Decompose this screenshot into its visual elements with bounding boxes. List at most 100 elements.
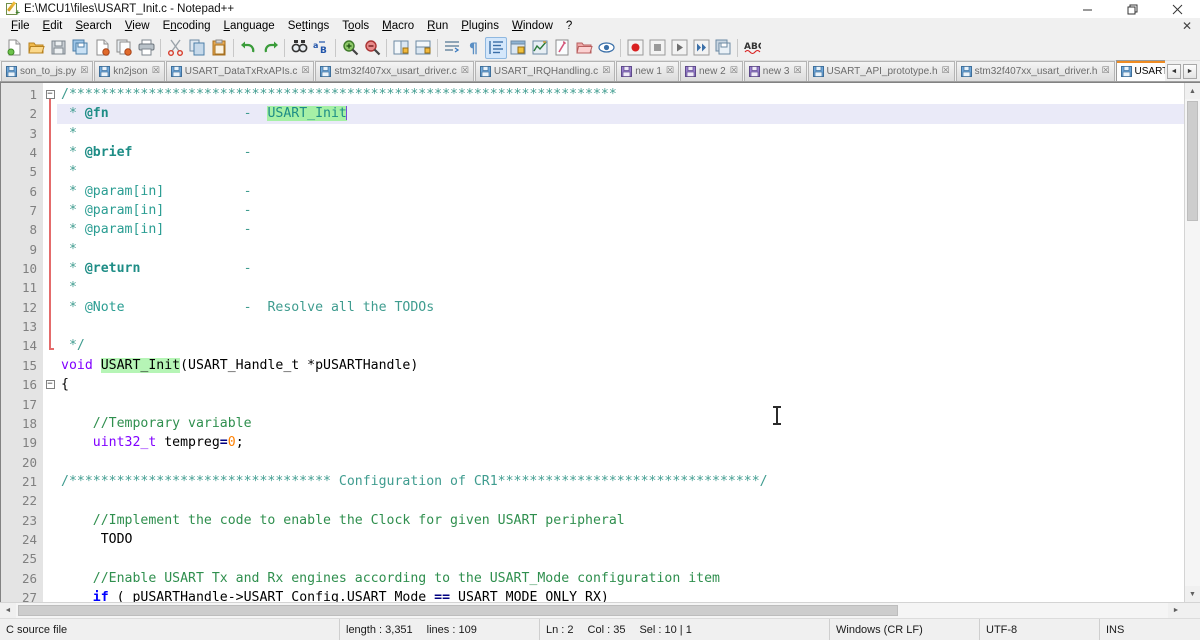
maximize-restore-button[interactable] [1110, 0, 1155, 18]
code-line[interactable] [57, 453, 1184, 472]
tab-close-icon[interactable]: ☒ [301, 67, 309, 76]
code-text-area[interactable]: /***************************************… [57, 83, 1184, 602]
scroll-left-button[interactable]: ◄ [0, 603, 16, 618]
fold-collapse-icon[interactable]: − [45, 90, 55, 100]
tab-close-icon[interactable]: ☒ [793, 67, 801, 76]
document-tab[interactable]: stm32f407xx_usart_driver.c ☒ [315, 61, 474, 81]
menu-plugins[interactable]: Plugins [455, 18, 506, 34]
spell-check-icon[interactable]: ABC [741, 37, 763, 59]
word-wrap-icon[interactable] [441, 37, 463, 59]
scroll-down-button[interactable]: ▼ [1185, 586, 1200, 602]
save-all-icon[interactable] [69, 37, 91, 59]
menu-language[interactable]: Language [218, 18, 282, 34]
document-tab[interactable]: USART_DataTxRxAPIs.c ☒ [165, 61, 315, 81]
code-line[interactable]: if ( pUSARTHandle->USART_Config.USART_Mo… [57, 588, 1184, 602]
function-list-icon[interactable] [551, 37, 573, 59]
code-line[interactable]: uint32_t tempreg=0; [57, 433, 1184, 452]
show-all-characters-icon[interactable]: ¶ [463, 37, 485, 59]
cut-icon[interactable] [164, 37, 186, 59]
code-line[interactable]: * @param[in] - [57, 220, 1184, 239]
scroll-up-button[interactable]: ▲ [1185, 83, 1200, 99]
menu-encoding[interactable]: Encoding [157, 18, 218, 34]
code-line[interactable] [57, 317, 1184, 336]
vertical-scroll-thumb[interactable] [1187, 101, 1198, 221]
code-line[interactable]: * [57, 162, 1184, 181]
document-tab[interactable]: new 3 ☒ [743, 61, 807, 81]
indent-guide-icon[interactable] [485, 36, 507, 59]
print-icon[interactable] [135, 37, 157, 59]
close-window-button[interactable] [1155, 0, 1200, 18]
code-line[interactable]: * [57, 124, 1184, 143]
menu-window[interactable]: Window [506, 18, 560, 34]
record-macro-icon[interactable] [624, 37, 646, 59]
find-icon[interactable] [288, 37, 310, 59]
code-line[interactable]: { [57, 375, 1184, 394]
code-folding-margin[interactable]: − − [43, 83, 57, 602]
tab-scroll-left-button[interactable]: ◄ [1167, 64, 1181, 79]
code-line[interactable]: * @return - [57, 259, 1184, 278]
fold-collapse-icon[interactable]: − [45, 380, 55, 390]
sync-vertical-scroll-icon[interactable] [390, 37, 412, 59]
code-line[interactable]: * @param[in] - [57, 201, 1184, 220]
code-line[interactable]: */ [57, 336, 1184, 355]
zoom-out-icon[interactable] [361, 37, 383, 59]
code-line[interactable]: * [57, 240, 1184, 259]
user-defined-dialog-icon[interactable] [507, 37, 529, 59]
document-tab-active[interactable]: USART_Init.c☒ [1115, 60, 1165, 81]
code-line[interactable]: * @param[in] - [57, 182, 1184, 201]
code-line[interactable] [57, 491, 1184, 510]
horizontal-scroll-track[interactable] [16, 603, 1168, 618]
tab-close-icon[interactable]: ☒ [666, 67, 674, 76]
tab-scroll-right-button[interactable]: ► [1183, 64, 1197, 79]
tab-close-icon[interactable]: ☒ [942, 67, 950, 76]
menu-macro[interactable]: Macro [376, 18, 421, 34]
horizontal-scrollbar[interactable]: ◄ ► [0, 602, 1200, 618]
code-line[interactable]: /***************************************… [57, 85, 1184, 104]
run-macro-multiple-icon[interactable] [690, 37, 712, 59]
minimize-button[interactable] [1065, 0, 1110, 18]
code-line[interactable]: /********************************* Confi… [57, 472, 1184, 491]
sync-horizontal-scroll-icon[interactable] [412, 37, 434, 59]
document-tab[interactable]: new 2 ☒ [680, 61, 743, 81]
zoom-in-icon[interactable] [339, 37, 361, 59]
menu-settings[interactable]: Settings [282, 18, 337, 34]
tab-close-icon[interactable]: ☒ [730, 67, 738, 76]
monitoring-icon[interactable] [595, 37, 617, 59]
menu-tools[interactable]: Tools [336, 18, 376, 34]
play-macro-icon[interactable] [668, 37, 690, 59]
document-tab[interactable]: kn2json ☒ [94, 61, 165, 81]
code-line[interactable]: //Implement the code to enable the Clock… [57, 511, 1184, 530]
scroll-right-button[interactable]: ► [1168, 603, 1184, 618]
vertical-scroll-track[interactable] [1185, 99, 1200, 586]
tab-close-icon[interactable]: ☒ [152, 67, 160, 76]
copy-icon[interactable] [186, 37, 208, 59]
close-all-files-icon[interactable] [113, 37, 135, 59]
replace-icon[interactable]: a B [310, 37, 332, 59]
tab-close-icon[interactable]: ☒ [602, 67, 610, 76]
document-tab[interactable]: USART_IRQHandling.c ☒ [474, 61, 616, 81]
code-line[interactable]: * [57, 278, 1184, 297]
code-line[interactable] [57, 395, 1184, 414]
menu-run[interactable]: Run [421, 18, 455, 34]
menu-file[interactable]: File [5, 18, 37, 34]
code-line[interactable]: * @Note - Resolve all the TODOs [57, 298, 1184, 317]
menu-search[interactable]: Search [69, 18, 118, 34]
fold-cell[interactable]: − [43, 375, 57, 394]
code-line[interactable]: //Temporary variable [57, 414, 1184, 433]
save-macro-icon[interactable] [712, 37, 734, 59]
code-line[interactable]: void USART_Init(USART_Handle_t *pUSARTHa… [57, 356, 1184, 375]
undo-icon[interactable] [237, 37, 259, 59]
redo-icon[interactable] [259, 37, 281, 59]
new-file-icon[interactable] [3, 37, 25, 59]
menu-help[interactable]: ? [560, 18, 579, 34]
document-tab[interactable]: USART_API_prototype.h ☒ [807, 61, 955, 81]
tab-close-icon[interactable]: ☒ [461, 67, 469, 76]
document-tab[interactable]: son_to_js.py ☒ [1, 61, 94, 81]
tab-close-icon[interactable]: ☒ [1101, 67, 1109, 76]
document-tab[interactable]: new 1 ☒ [616, 61, 679, 81]
document-map-icon[interactable] [529, 37, 551, 59]
folder-as-workspace-icon[interactable] [573, 37, 595, 59]
stop-macro-icon[interactable] [646, 37, 668, 59]
menu-edit[interactable]: Edit [37, 18, 70, 34]
code-line[interactable]: TODO [57, 530, 1184, 549]
